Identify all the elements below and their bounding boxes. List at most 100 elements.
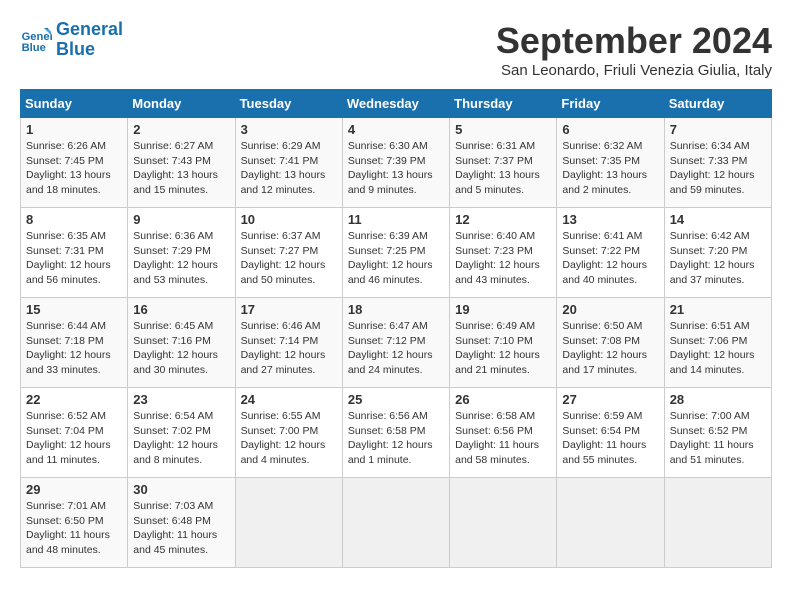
calendar-cell: 1 Sunrise: 6:26 AMSunset: 7:45 PMDayligh… [21, 118, 128, 208]
day-info: Sunrise: 6:29 AMSunset: 7:41 PMDaylight:… [241, 140, 326, 196]
day-info: Sunrise: 6:55 AMSunset: 7:00 PMDaylight:… [241, 410, 326, 466]
month-title: September 2024 [496, 20, 772, 62]
logo-general: General [56, 20, 123, 40]
calendar-cell: 25 Sunrise: 6:56 AMSunset: 6:58 PMDaylig… [342, 388, 449, 478]
day-number: 7 [670, 122, 766, 137]
calendar-cell [557, 478, 664, 568]
day-number: 30 [133, 482, 229, 497]
calendar-cell: 27 Sunrise: 6:59 AMSunset: 6:54 PMDaylig… [557, 388, 664, 478]
day-number: 19 [455, 302, 551, 317]
day-number: 6 [562, 122, 658, 137]
title-block: September 2024 San Leonardo, Friuli Vene… [496, 20, 772, 79]
calendar-cell: 12 Sunrise: 6:40 AMSunset: 7:23 PMDaylig… [450, 208, 557, 298]
day-info: Sunrise: 6:36 AMSunset: 7:29 PMDaylight:… [133, 230, 218, 286]
calendar-cell: 13 Sunrise: 6:41 AMSunset: 7:22 PMDaylig… [557, 208, 664, 298]
day-info: Sunrise: 6:42 AMSunset: 7:20 PMDaylight:… [670, 230, 755, 286]
calendar-cell: 19 Sunrise: 6:49 AMSunset: 7:10 PMDaylig… [450, 298, 557, 388]
col-header-wednesday: Wednesday [342, 90, 449, 118]
calendar-cell [342, 478, 449, 568]
calendar-cell: 9 Sunrise: 6:36 AMSunset: 7:29 PMDayligh… [128, 208, 235, 298]
day-info: Sunrise: 6:31 AMSunset: 7:37 PMDaylight:… [455, 140, 540, 196]
calendar-week-2: 8 Sunrise: 6:35 AMSunset: 7:31 PMDayligh… [21, 208, 772, 298]
calendar-cell [450, 478, 557, 568]
col-header-friday: Friday [557, 90, 664, 118]
day-number: 23 [133, 392, 229, 407]
calendar-cell: 8 Sunrise: 6:35 AMSunset: 7:31 PMDayligh… [21, 208, 128, 298]
day-info: Sunrise: 6:41 AMSunset: 7:22 PMDaylight:… [562, 230, 647, 286]
day-number: 25 [348, 392, 444, 407]
day-info: Sunrise: 6:34 AMSunset: 7:33 PMDaylight:… [670, 140, 755, 196]
day-info: Sunrise: 6:26 AMSunset: 7:45 PMDaylight:… [26, 140, 111, 196]
day-info: Sunrise: 6:27 AMSunset: 7:43 PMDaylight:… [133, 140, 218, 196]
day-number: 24 [241, 392, 337, 407]
day-number: 4 [348, 122, 444, 137]
day-info: Sunrise: 6:30 AMSunset: 7:39 PMDaylight:… [348, 140, 433, 196]
svg-text:General: General [22, 31, 52, 43]
col-header-tuesday: Tuesday [235, 90, 342, 118]
day-info: Sunrise: 6:45 AMSunset: 7:16 PMDaylight:… [133, 320, 218, 376]
calendar-cell: 11 Sunrise: 6:39 AMSunset: 7:25 PMDaylig… [342, 208, 449, 298]
day-number: 15 [26, 302, 122, 317]
day-number: 21 [670, 302, 766, 317]
day-number: 11 [348, 212, 444, 227]
calendar-cell: 7 Sunrise: 6:34 AMSunset: 7:33 PMDayligh… [664, 118, 771, 208]
calendar-cell: 4 Sunrise: 6:30 AMSunset: 7:39 PMDayligh… [342, 118, 449, 208]
day-info: Sunrise: 6:51 AMSunset: 7:06 PMDaylight:… [670, 320, 755, 376]
day-info: Sunrise: 6:35 AMSunset: 7:31 PMDaylight:… [26, 230, 111, 286]
day-number: 26 [455, 392, 551, 407]
day-info: Sunrise: 7:03 AMSunset: 6:48 PMDaylight:… [133, 500, 217, 556]
day-info: Sunrise: 6:46 AMSunset: 7:14 PMDaylight:… [241, 320, 326, 376]
day-info: Sunrise: 6:32 AMSunset: 7:35 PMDaylight:… [562, 140, 647, 196]
logo-blue: Blue [56, 40, 123, 60]
location-subtitle: San Leonardo, Friuli Venezia Giulia, Ita… [496, 62, 772, 79]
col-header-thursday: Thursday [450, 90, 557, 118]
calendar-cell: 17 Sunrise: 6:46 AMSunset: 7:14 PMDaylig… [235, 298, 342, 388]
calendar-header-row: SundayMondayTuesdayWednesdayThursdayFrid… [21, 90, 772, 118]
col-header-sunday: Sunday [21, 90, 128, 118]
calendar-week-1: 1 Sunrise: 6:26 AMSunset: 7:45 PMDayligh… [21, 118, 772, 208]
day-info: Sunrise: 6:59 AMSunset: 6:54 PMDaylight:… [562, 410, 646, 466]
calendar-cell: 18 Sunrise: 6:47 AMSunset: 7:12 PMDaylig… [342, 298, 449, 388]
day-info: Sunrise: 6:49 AMSunset: 7:10 PMDaylight:… [455, 320, 540, 376]
calendar-cell: 28 Sunrise: 7:00 AMSunset: 6:52 PMDaylig… [664, 388, 771, 478]
col-header-monday: Monday [128, 90, 235, 118]
calendar-week-4: 22 Sunrise: 6:52 AMSunset: 7:04 PMDaylig… [21, 388, 772, 478]
calendar-week-5: 29 Sunrise: 7:01 AMSunset: 6:50 PMDaylig… [21, 478, 772, 568]
day-number: 12 [455, 212, 551, 227]
calendar-cell: 22 Sunrise: 6:52 AMSunset: 7:04 PMDaylig… [21, 388, 128, 478]
day-number: 20 [562, 302, 658, 317]
day-number: 28 [670, 392, 766, 407]
day-number: 16 [133, 302, 229, 317]
day-info: Sunrise: 6:40 AMSunset: 7:23 PMDaylight:… [455, 230, 540, 286]
day-info: Sunrise: 6:39 AMSunset: 7:25 PMDaylight:… [348, 230, 433, 286]
day-info: Sunrise: 6:44 AMSunset: 7:18 PMDaylight:… [26, 320, 111, 376]
day-number: 13 [562, 212, 658, 227]
calendar-cell: 6 Sunrise: 6:32 AMSunset: 7:35 PMDayligh… [557, 118, 664, 208]
logo-icon: General Blue [20, 24, 52, 56]
page-header: General Blue General Blue September 2024… [20, 20, 772, 79]
calendar-week-3: 15 Sunrise: 6:44 AMSunset: 7:18 PMDaylig… [21, 298, 772, 388]
day-number: 9 [133, 212, 229, 227]
day-number: 2 [133, 122, 229, 137]
calendar-cell: 10 Sunrise: 6:37 AMSunset: 7:27 PMDaylig… [235, 208, 342, 298]
calendar-cell: 24 Sunrise: 6:55 AMSunset: 7:00 PMDaylig… [235, 388, 342, 478]
calendar-cell [235, 478, 342, 568]
day-info: Sunrise: 7:01 AMSunset: 6:50 PMDaylight:… [26, 500, 110, 556]
day-info: Sunrise: 6:47 AMSunset: 7:12 PMDaylight:… [348, 320, 433, 376]
calendar-cell: 29 Sunrise: 7:01 AMSunset: 6:50 PMDaylig… [21, 478, 128, 568]
day-info: Sunrise: 6:54 AMSunset: 7:02 PMDaylight:… [133, 410, 218, 466]
day-number: 1 [26, 122, 122, 137]
calendar-cell: 16 Sunrise: 6:45 AMSunset: 7:16 PMDaylig… [128, 298, 235, 388]
calendar-cell: 5 Sunrise: 6:31 AMSunset: 7:37 PMDayligh… [450, 118, 557, 208]
day-number: 27 [562, 392, 658, 407]
logo: General Blue General Blue [20, 20, 123, 60]
calendar-cell: 2 Sunrise: 6:27 AMSunset: 7:43 PMDayligh… [128, 118, 235, 208]
calendar-cell: 23 Sunrise: 6:54 AMSunset: 7:02 PMDaylig… [128, 388, 235, 478]
col-header-saturday: Saturday [664, 90, 771, 118]
calendar-cell: 14 Sunrise: 6:42 AMSunset: 7:20 PMDaylig… [664, 208, 771, 298]
calendar-cell: 15 Sunrise: 6:44 AMSunset: 7:18 PMDaylig… [21, 298, 128, 388]
calendar-table: SundayMondayTuesdayWednesdayThursdayFrid… [20, 89, 772, 568]
day-number: 29 [26, 482, 122, 497]
svg-text:Blue: Blue [22, 42, 46, 54]
calendar-cell: 3 Sunrise: 6:29 AMSunset: 7:41 PMDayligh… [235, 118, 342, 208]
